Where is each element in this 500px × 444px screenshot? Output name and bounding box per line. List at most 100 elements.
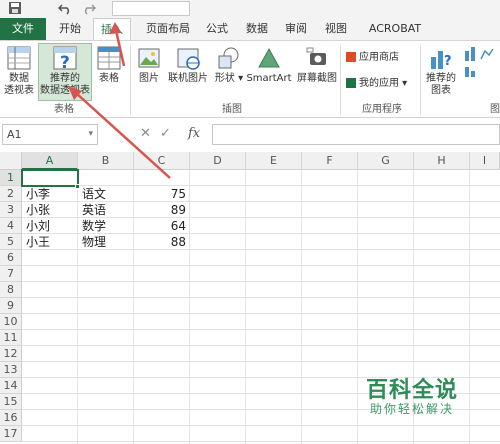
row-header[interactable]: 2 [0, 186, 22, 202]
cancel-icon[interactable]: ✕ [140, 126, 151, 141]
row-header[interactable]: 6 [0, 250, 22, 266]
row-header[interactable]: 8 [0, 282, 22, 298]
shapes-button[interactable]: 形状 ▾ [214, 45, 244, 85]
enter-icon[interactable]: ✓ [160, 126, 171, 141]
column-header-i[interactable]: I [470, 152, 500, 170]
column-header-f[interactable]: F [302, 152, 358, 170]
screenshot-button[interactable]: 屏幕截图 [294, 45, 340, 85]
cell-name[interactable]: 小张 [24, 202, 78, 218]
recommended-pivot-button[interactable]: ? 推荐的 数据透视表 [38, 45, 92, 97]
title-input[interactable] [112, 1, 190, 16]
picture-label: 图片 [139, 73, 159, 84]
recommended-charts-label: 推荐的 图表 [426, 73, 456, 96]
row-header[interactable]: 12 [0, 346, 22, 362]
row-header[interactable]: 1 [0, 170, 22, 186]
quick-access-toolbar [0, 0, 500, 18]
watermark-logo: 百科全说 助你轻松解决 [340, 362, 500, 444]
insert-function-icon[interactable]: fx [188, 126, 200, 141]
cell-subject[interactable]: 物理 [80, 234, 134, 250]
column-header-c[interactable]: C [134, 152, 190, 170]
tab-review[interactable]: 审阅 [280, 18, 312, 40]
table-icon [97, 46, 121, 70]
redo-icon[interactable] [82, 1, 97, 17]
row-header[interactable]: 7 [0, 266, 22, 282]
cell-score[interactable]: 89 [134, 202, 188, 218]
picture-button[interactable]: 图片 [134, 45, 164, 85]
cell-score[interactable]: 88 [134, 234, 188, 250]
tab-page-layout[interactable]: 页面布局 [136, 18, 200, 40]
pivot-table-button[interactable]: 数据 透视表 [2, 45, 36, 97]
column-header-g[interactable]: G [358, 152, 414, 170]
row-header[interactable]: 13 [0, 362, 22, 378]
row-header[interactable]: 15 [0, 394, 22, 410]
group-charts-label: 图 [490, 104, 500, 115]
tab-acrobat[interactable]: ACROBAT [360, 18, 430, 40]
select-all-corner[interactable] [0, 152, 22, 170]
cell-name[interactable]: 小王 [24, 234, 78, 250]
pivot-table-icon [7, 46, 31, 70]
shapes-label: 形状 ▾ [214, 73, 244, 84]
smartart-label: SmartArt [246, 73, 292, 84]
cell-name[interactable]: 小刘 [24, 218, 78, 234]
recommended-pivot-icon: ? [53, 46, 77, 71]
column-header-b[interactable]: B [78, 152, 134, 170]
row-header[interactable]: 11 [0, 330, 22, 346]
cell-subject[interactable]: 英语 [80, 202, 134, 218]
tab-view[interactable]: 视图 [320, 18, 352, 40]
cell-score[interactable]: 75 [134, 186, 188, 202]
row-header[interactable]: 5 [0, 234, 22, 250]
row-header[interactable]: 17 [0, 426, 22, 442]
tab-formulas[interactable]: 公式 [200, 18, 234, 40]
my-apps-label: 我的应用 [359, 78, 399, 89]
ribbon-separator [420, 45, 421, 115]
recommended-charts-button[interactable]: ? 推荐的 图表 [422, 45, 460, 97]
save-icon[interactable] [8, 1, 22, 17]
ribbon-separator [130, 45, 131, 115]
active-cell-a1[interactable] [21, 169, 79, 187]
picture-icon [138, 48, 160, 68]
cell-name[interactable]: 小李 [24, 186, 78, 202]
table-label: 表格 [99, 73, 119, 84]
bar-chart-icon [465, 47, 494, 77]
cell-score[interactable]: 64 [134, 218, 188, 234]
group-tables-label: 表格 [54, 104, 74, 115]
tab-data[interactable]: 数据 [240, 18, 274, 40]
row-header[interactable]: 16 [0, 410, 22, 426]
charts-gallery[interactable] [462, 45, 498, 85]
name-box[interactable]: A1 ▾ [2, 124, 98, 145]
online-picture-icon [177, 48, 200, 70]
cell-subject[interactable]: 语文 [80, 186, 134, 202]
tab-insert[interactable]: 插入 [93, 18, 131, 41]
table-button[interactable]: 表格 [94, 45, 124, 85]
screenshot-label: 屏幕截图 [297, 73, 337, 84]
column-header-a[interactable]: A [22, 152, 78, 170]
store-icon [346, 52, 356, 62]
online-picture-label: 联机图片 [168, 73, 208, 84]
group-apps-label: 应用程序 [362, 104, 402, 115]
my-apps-button[interactable]: 我的应用 ▾ [346, 77, 407, 91]
group-illustrations-label: 插图 [222, 104, 242, 115]
row-header[interactable]: 10 [0, 314, 22, 330]
formula-input[interactable] [212, 124, 500, 145]
column-header-d[interactable]: D [190, 152, 246, 170]
tab-file[interactable]: 文件 [0, 18, 46, 40]
watermark-subtitle: 助你轻松解决 [370, 402, 455, 416]
ribbon-tabs: 文件 开始 插入 页面布局 公式 数据 审阅 视图 ACROBAT [0, 18, 500, 41]
row-header[interactable]: 14 [0, 378, 22, 394]
smartart-icon [258, 47, 280, 68]
ribbon: 数据 透视表 ? 推荐的 数据透视表 表格 表格 图片 联机图片 形状 ▾ Sm… [0, 40, 500, 118]
my-apps-icon [346, 78, 356, 88]
row-header[interactable]: 9 [0, 298, 22, 314]
column-header-h[interactable]: H [414, 152, 470, 170]
tab-home[interactable]: 开始 [48, 18, 92, 40]
column-header-e[interactable]: E [246, 152, 302, 170]
svg-text:?: ? [60, 53, 70, 71]
smartart-button[interactable]: SmartArt [246, 45, 292, 85]
online-picture-button[interactable]: 联机图片 [164, 45, 212, 85]
pivot-table-label: 数据 透视表 [4, 73, 34, 96]
undo-icon[interactable] [57, 1, 72, 17]
app-store-button[interactable]: 应用商店 [346, 51, 399, 65]
row-header[interactable]: 4 [0, 218, 22, 234]
row-header[interactable]: 3 [0, 202, 22, 218]
cell-subject[interactable]: 数学 [80, 218, 134, 234]
